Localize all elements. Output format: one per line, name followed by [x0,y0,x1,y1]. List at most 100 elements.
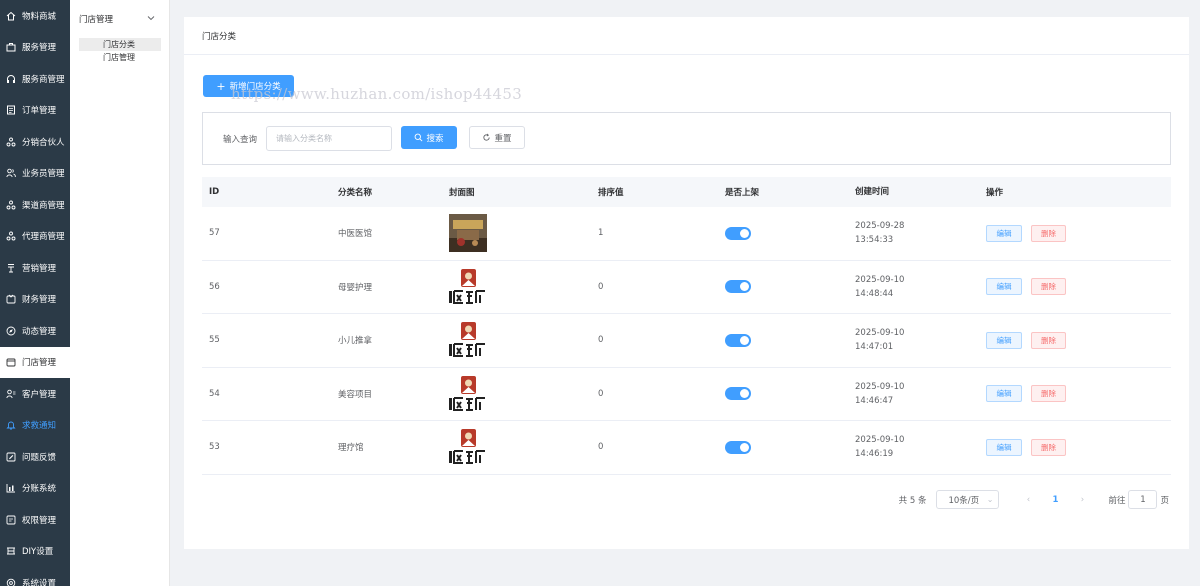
reset-button[interactable]: 重置 [469,126,525,149]
partner-icon [6,137,16,147]
row-shelf [717,226,846,240]
sidebar-item-partner[interactable]: 分销合伙人 [0,126,70,158]
delete-button[interactable]: 删除 [1031,331,1066,349]
submenu-item-store-category[interactable]: 门店分类 [79,38,161,51]
cover-image[interactable] [449,267,487,306]
cover-image[interactable] [449,321,487,360]
sidebar-item-permission[interactable]: 权限管理 [0,504,70,536]
sidebar-item-customer[interactable]: 客户管理 [0,378,70,410]
goto-label: 前往 [1108,495,1126,506]
edit-button[interactable]: 编辑 [986,278,1022,296]
row-sort: 0 [598,335,604,346]
settings-icon [6,578,16,586]
sidebar-item-material-mall[interactable]: 物料商城 [0,0,70,32]
delete-button[interactable]: 删除 [1031,224,1066,242]
sidebar-item-system[interactable]: 系统设置 [0,567,70,586]
sidebar-item-label: 求救通知 [22,421,57,432]
sidebar-item-label: 营销管理 [22,263,57,274]
sidebar-item-split[interactable]: 分账系统 [0,473,70,505]
key-icon [6,515,16,525]
add-category-button[interactable]: + 新增门店分类 [203,75,294,97]
delete-button[interactable]: 删除 [1031,385,1066,403]
on-shelf-toggle[interactable] [725,280,751,294]
column-header-sort: 排序值 [598,188,624,198]
page-number-current[interactable]: 1 [1048,495,1062,505]
sidebar-item-label: 业务员管理 [22,169,65,180]
delete-button[interactable]: 删除 [1031,278,1066,296]
row-shelf [717,333,846,347]
sidebar-item-salesman[interactable]: 业务员管理 [0,158,70,190]
sidebar-item-label: 渠道商管理 [22,200,65,211]
search-input[interactable] [266,126,392,151]
customer-icon [6,389,16,399]
row-id: 54 [209,388,220,399]
table-header: ID 分类名称 封面图 排序值 是否上架 创建时间 操作 [202,177,1171,207]
sidebar-item-label: 动态管理 [22,326,57,337]
column-header-created: 创建时间 [855,187,890,197]
row-date: 2025-09-10 [855,381,905,392]
sub-menu: 门店管理 门店分类 门店管理 [70,0,170,586]
row-shelf [717,387,846,401]
sidebar-item-orders[interactable]: 订单管理 [0,95,70,127]
sidebar-item-provider[interactable]: 服务商管理 [0,63,70,95]
goto-page-input[interactable] [1128,490,1158,509]
row-shelf [717,280,846,294]
edit-button[interactable]: 编辑 [986,385,1022,403]
on-shelf-toggle[interactable] [725,226,751,240]
cover-image[interactable] [449,374,487,413]
sidebar-item-dynamic[interactable]: 动态管理 [0,315,70,347]
category-table: ID 分类名称 封面图 排序值 是否上架 创建时间 操作 57 中医医馆 1 2… [202,177,1171,475]
row-id: 56 [209,281,220,292]
submenu-group-store[interactable]: 门店管理 [70,0,169,38]
main-content: 门店分类 + 新增门店分类 https://www.huzhan.com/ish… [184,17,1189,549]
row-sort: 1 [598,228,604,239]
row-date: 2025-09-10 [855,274,905,285]
bell-icon [6,420,16,431]
on-shelf-toggle[interactable] [725,333,751,347]
sidebar-item-channel[interactable]: 渠道商管理 [0,189,70,221]
search-button[interactable]: 搜索 [401,126,457,149]
row-cover [447,214,589,253]
agent-icon [6,231,16,241]
next-page-button[interactable]: › [1076,495,1088,505]
sidebar-item-store[interactable]: 门店管理 [0,346,70,378]
row-time: 14:46:47 [855,395,894,406]
submenu-item-store-manage[interactable]: 门店管理 [79,51,161,64]
row-date: 2025-09-10 [855,328,905,339]
plus-icon: + [216,79,226,93]
sidebar-item-label: 系统设置 [22,578,57,586]
sidebar-item-label: 权限管理 [22,515,57,526]
sidebar-item-service[interactable]: 服务管理 [0,32,70,64]
sidebar-item-finance[interactable]: 财务管理 [0,284,70,316]
pagination-total: 共 5 条 [898,495,927,506]
edit-button[interactable]: 编辑 [986,438,1022,456]
search-panel: 输入查询 搜索 重置 [202,112,1171,165]
page-size-select[interactable]: 10条/页 ⌄ [936,490,1000,509]
column-header-on-shelf: 是否上架 [725,188,760,198]
edit-button[interactable]: 编辑 [986,224,1022,242]
sidebar-item-agent[interactable]: 代理商管理 [0,221,70,253]
search-label: 输入查询 [223,135,258,145]
row-id: 55 [209,335,220,346]
chevron-down-icon [147,14,155,25]
row-time: 13:54:33 [855,235,894,246]
sidebar-item-sos-notice[interactable]: 求救通知 [0,410,70,442]
prev-page-button[interactable]: ‹ [1022,495,1034,505]
sidebar-item-label: 客户管理 [22,389,57,400]
main-sidebar: 物料商城 服务管理 服务商管理 订单管理 分销合伙人 业务员管理 渠道商管理 代… [0,0,70,586]
sidebar-item-label: DIY设置 [22,547,54,558]
edit-button[interactable]: 编辑 [986,331,1022,349]
row-cover [447,321,589,360]
on-shelf-toggle[interactable] [725,387,751,401]
delete-button[interactable]: 删除 [1031,438,1066,456]
search-button-label: 搜索 [426,133,444,144]
row-cover [447,267,589,306]
cover-image[interactable] [449,214,487,253]
sidebar-item-marketing[interactable]: 营销管理 [0,252,70,284]
on-shelf-toggle[interactable] [725,440,751,454]
sidebar-item-diy[interactable]: DIY设置 [0,536,70,568]
sidebar-item-feedback[interactable]: 问题反馈 [0,441,70,473]
row-id: 53 [209,442,220,453]
sidebar-item-label: 服务管理 [22,43,57,54]
cover-image[interactable] [449,428,487,467]
